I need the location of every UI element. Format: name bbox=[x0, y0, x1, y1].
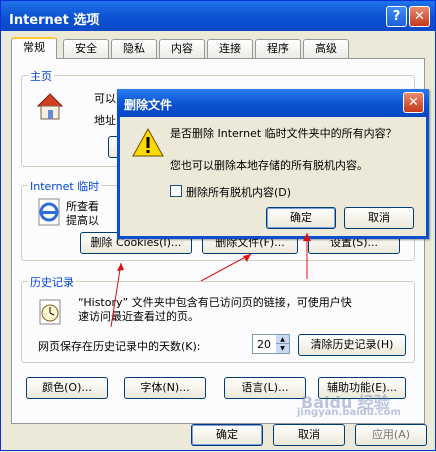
tab-general[interactable]: 常规 bbox=[11, 37, 57, 59]
arrow-to-cookies bbox=[110, 262, 122, 328]
arrowhead-cookies bbox=[117, 263, 124, 271]
annotation-arrows bbox=[110, 233, 311, 328]
arrowhead-ok bbox=[303, 233, 311, 241]
arrow-to-delete-files bbox=[200, 253, 252, 282]
internet-options-window: Internet 选项 ? ✕ 常规 安全 隐私 内容 连接 程序 高级 主页 … bbox=[0, 0, 436, 451]
